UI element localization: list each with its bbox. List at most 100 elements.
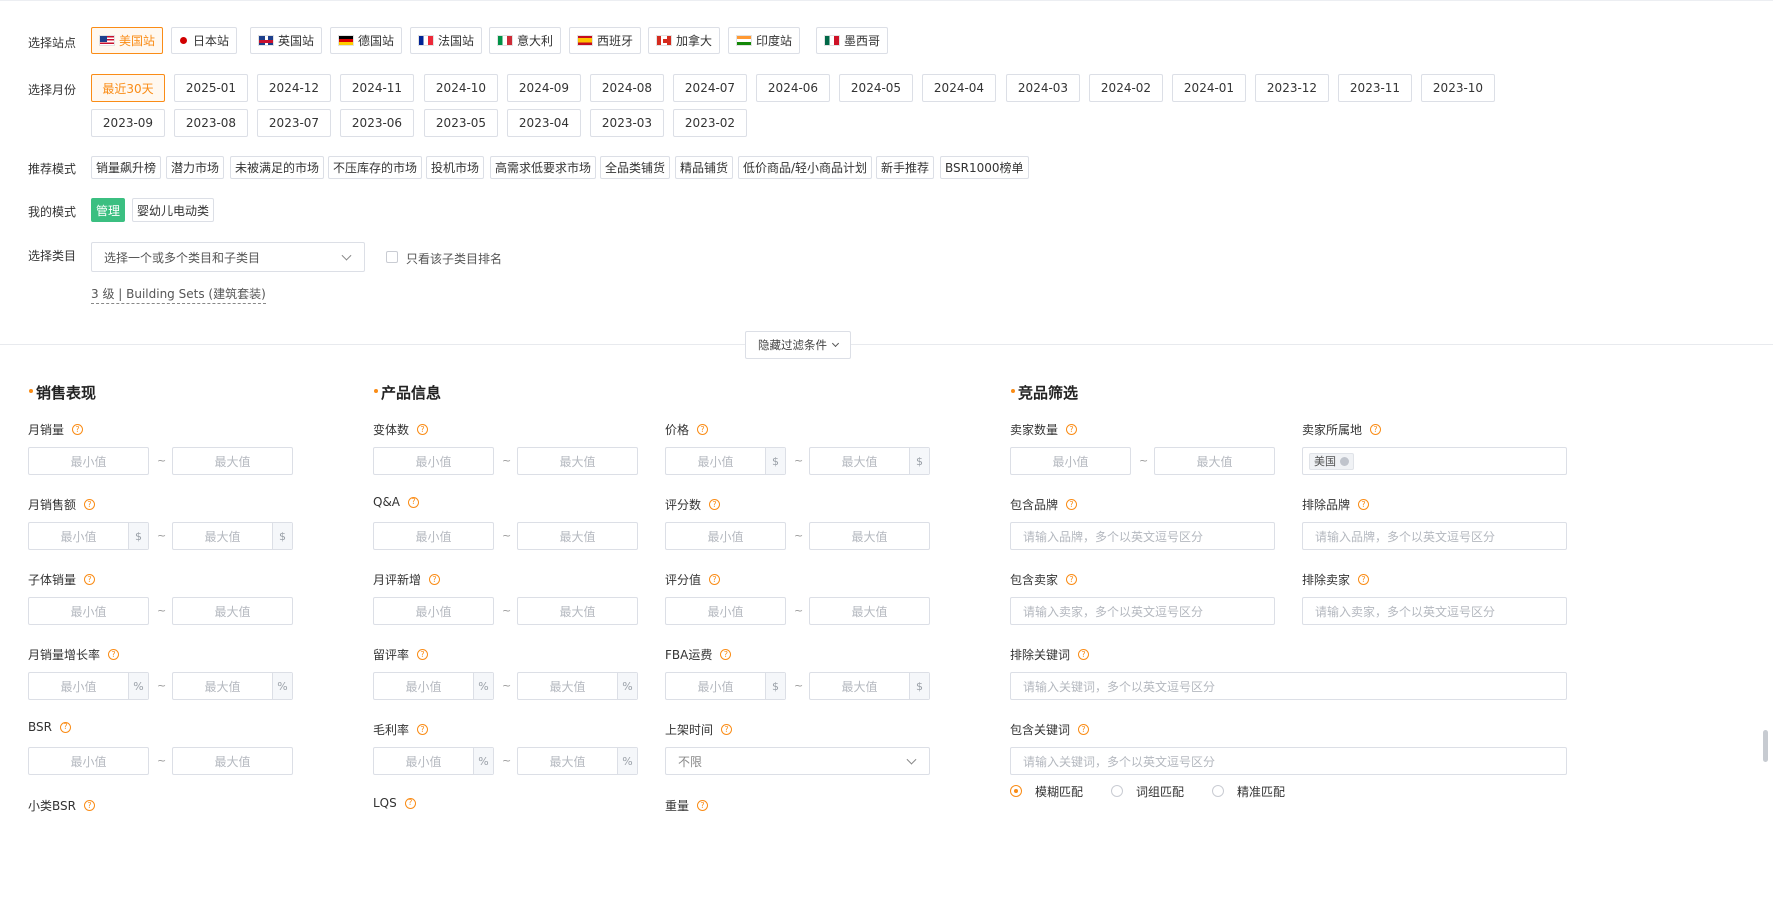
selected-category[interactable]: 3 级 | Building Sets (建筑套装)	[91, 285, 266, 304]
child-sales-min-input[interactable]: 最小值	[28, 597, 149, 625]
site-in[interactable]: 印度站	[728, 27, 801, 54]
seller-count-min-input[interactable]: 最小值	[1010, 447, 1131, 475]
child-sales-max-input[interactable]: 最大值	[172, 597, 293, 625]
month-chip[interactable]: 2024-11	[340, 74, 414, 102]
new-reviews-min-input[interactable]: 最小值	[373, 597, 494, 625]
monthly-sales-min-input[interactable]: 最小值	[28, 447, 149, 475]
help-icon[interactable]: ?	[1078, 724, 1090, 735]
include-brand-input[interactable]: 请输入品牌，多个以英文逗号区分	[1010, 522, 1275, 550]
monthly-revenue-max-input[interactable]: 最大值 $	[172, 522, 293, 550]
month-chip[interactable]: 2024-01	[1172, 74, 1246, 102]
rating-value-max-input[interactable]: 最大值	[809, 597, 930, 625]
help-icon[interactable]: ?	[72, 424, 84, 435]
exclude-keyword-input[interactable]: 请输入关键词，多个以英文逗号区分	[1010, 672, 1567, 700]
variants-max-input[interactable]: 最大值	[517, 447, 638, 475]
radio-exact-match[interactable]	[1212, 785, 1224, 797]
site-es[interactable]: 西班牙	[569, 27, 642, 54]
gross-margin-max-input[interactable]: 最大值%	[517, 747, 638, 775]
month-chip[interactable]: 2024-08	[590, 74, 664, 102]
sales-growth-min-input[interactable]: 最小值%	[28, 672, 149, 700]
help-icon[interactable]: ?	[1358, 574, 1370, 585]
rating-value-min-input[interactable]: 最小值	[665, 597, 786, 625]
site-mx[interactable]: 墨西哥	[816, 27, 889, 54]
recommend-mode[interactable]: 高需求低要求市场	[490, 156, 597, 179]
recommend-mode[interactable]: 销量飙升榜	[91, 156, 162, 179]
bsr-max-input[interactable]: 最大值	[172, 747, 293, 775]
month-chip[interactable]: 2023-08	[174, 109, 248, 137]
help-icon[interactable]: ?	[417, 724, 429, 735]
review-rate-max-input[interactable]: 最大值%	[517, 672, 638, 700]
help-icon[interactable]: ?	[697, 424, 709, 435]
help-icon[interactable]: ?	[59, 721, 71, 733]
exclude-seller-input[interactable]: 请输入卖家，多个以英文逗号区分	[1302, 597, 1567, 625]
qa-max-input[interactable]: 最大值	[517, 522, 638, 550]
help-icon[interactable]: ?	[84, 499, 96, 510]
help-icon[interactable]: ?	[83, 800, 95, 811]
price-max-input[interactable]: 最大值 $	[809, 447, 930, 475]
help-icon[interactable]: ?	[1078, 649, 1090, 660]
new-reviews-max-input[interactable]: 最大值	[517, 597, 638, 625]
gross-margin-min-input[interactable]: 最小值%	[373, 747, 494, 775]
sales-growth-max-input[interactable]: 最大值%	[172, 672, 293, 700]
month-chip[interactable]: 2023-09	[91, 109, 165, 137]
month-chip[interactable]: 2024-12	[257, 74, 331, 102]
help-icon[interactable]: ?	[721, 724, 733, 735]
recommend-mode[interactable]: 潜力市场	[166, 156, 225, 179]
help-icon[interactable]: ?	[1066, 574, 1078, 585]
site-fr[interactable]: 法国站	[410, 27, 483, 54]
scrollbar-thumb[interactable]	[1763, 730, 1768, 762]
recommend-mode[interactable]: 精品铺货	[675, 156, 734, 179]
help-icon[interactable]: ?	[84, 574, 96, 585]
site-it[interactable]: 意大利	[489, 27, 562, 54]
fba-fee-min-input[interactable]: 最小值 $	[665, 672, 786, 700]
close-icon[interactable]	[1340, 456, 1349, 466]
help-icon[interactable]: ?	[429, 574, 441, 585]
recommend-mode[interactable]: 不压库存的市场	[328, 156, 423, 179]
seller-location-select[interactable]: 美国	[1302, 447, 1567, 475]
launch-time-select[interactable]: 不限	[665, 747, 930, 775]
month-chip[interactable]: 2023-07	[257, 109, 331, 137]
month-chip[interactable]: 2024-09	[507, 74, 581, 102]
month-chip[interactable]: 2023-06	[340, 109, 414, 137]
hide-filters-button[interactable]: 隐藏过滤条件	[745, 331, 851, 359]
fba-fee-max-input[interactable]: 最大值 $	[809, 672, 930, 700]
month-chip[interactable]: 2024-10	[424, 74, 498, 102]
recommend-mode[interactable]: 低价商品/轻小商品计划	[738, 156, 873, 179]
site-us[interactable]: 美国站	[91, 27, 164, 54]
month-chip[interactable]: 2023-02	[673, 109, 747, 137]
review-rate-min-input[interactable]: 最小值%	[373, 672, 494, 700]
help-icon[interactable]: ?	[1370, 424, 1382, 435]
site-jp[interactable]: 日本站	[171, 27, 238, 54]
month-chip[interactable]: 2023-03	[590, 109, 664, 137]
monthly-revenue-min-input[interactable]: 最小值 $	[28, 522, 149, 550]
exclude-brand-input[interactable]: 请输入品牌，多个以英文逗号区分	[1302, 522, 1567, 550]
month-chip[interactable]: 2024-03	[1006, 74, 1080, 102]
help-icon[interactable]: ?	[1066, 499, 1078, 510]
monthly-sales-max-input[interactable]: 最大值	[172, 447, 293, 475]
seller-count-max-input[interactable]: 最大值	[1154, 447, 1275, 475]
help-icon[interactable]: ?	[1066, 424, 1078, 435]
help-icon[interactable]: ?	[709, 499, 721, 510]
help-icon[interactable]: ?	[709, 574, 721, 585]
help-icon[interactable]: ?	[404, 797, 416, 809]
month-chip[interactable]: 2024-07	[673, 74, 747, 102]
help-icon[interactable]: ?	[417, 649, 429, 660]
month-chip[interactable]: 2023-10	[1421, 74, 1495, 102]
help-icon[interactable]: ?	[417, 424, 429, 435]
rating-count-max-input[interactable]: 最大值	[809, 522, 930, 550]
recommend-mode[interactable]: 新手推荐	[876, 156, 935, 179]
month-chip[interactable]: 2024-06	[756, 74, 830, 102]
radio-fuzzy-match[interactable]	[1010, 785, 1022, 797]
recommend-mode[interactable]: 未被满足的市场	[230, 156, 325, 179]
help-icon[interactable]: ?	[408, 496, 420, 508]
help-icon[interactable]: ?	[108, 649, 120, 660]
month-chip[interactable]: 2023-05	[424, 109, 498, 137]
month-chip[interactable]: 2025-01	[174, 74, 248, 102]
qa-min-input[interactable]: 最小值	[373, 522, 494, 550]
month-chip[interactable]: 2024-04	[922, 74, 996, 102]
site-ca[interactable]: 加拿大	[648, 27, 721, 54]
month-chip[interactable]: 2023-11	[1338, 74, 1412, 102]
include-keyword-input[interactable]: 请输入关键词，多个以英文逗号区分	[1010, 747, 1567, 775]
seller-location-tag[interactable]: 美国	[1309, 452, 1354, 470]
help-icon[interactable]: ?	[697, 800, 709, 811]
